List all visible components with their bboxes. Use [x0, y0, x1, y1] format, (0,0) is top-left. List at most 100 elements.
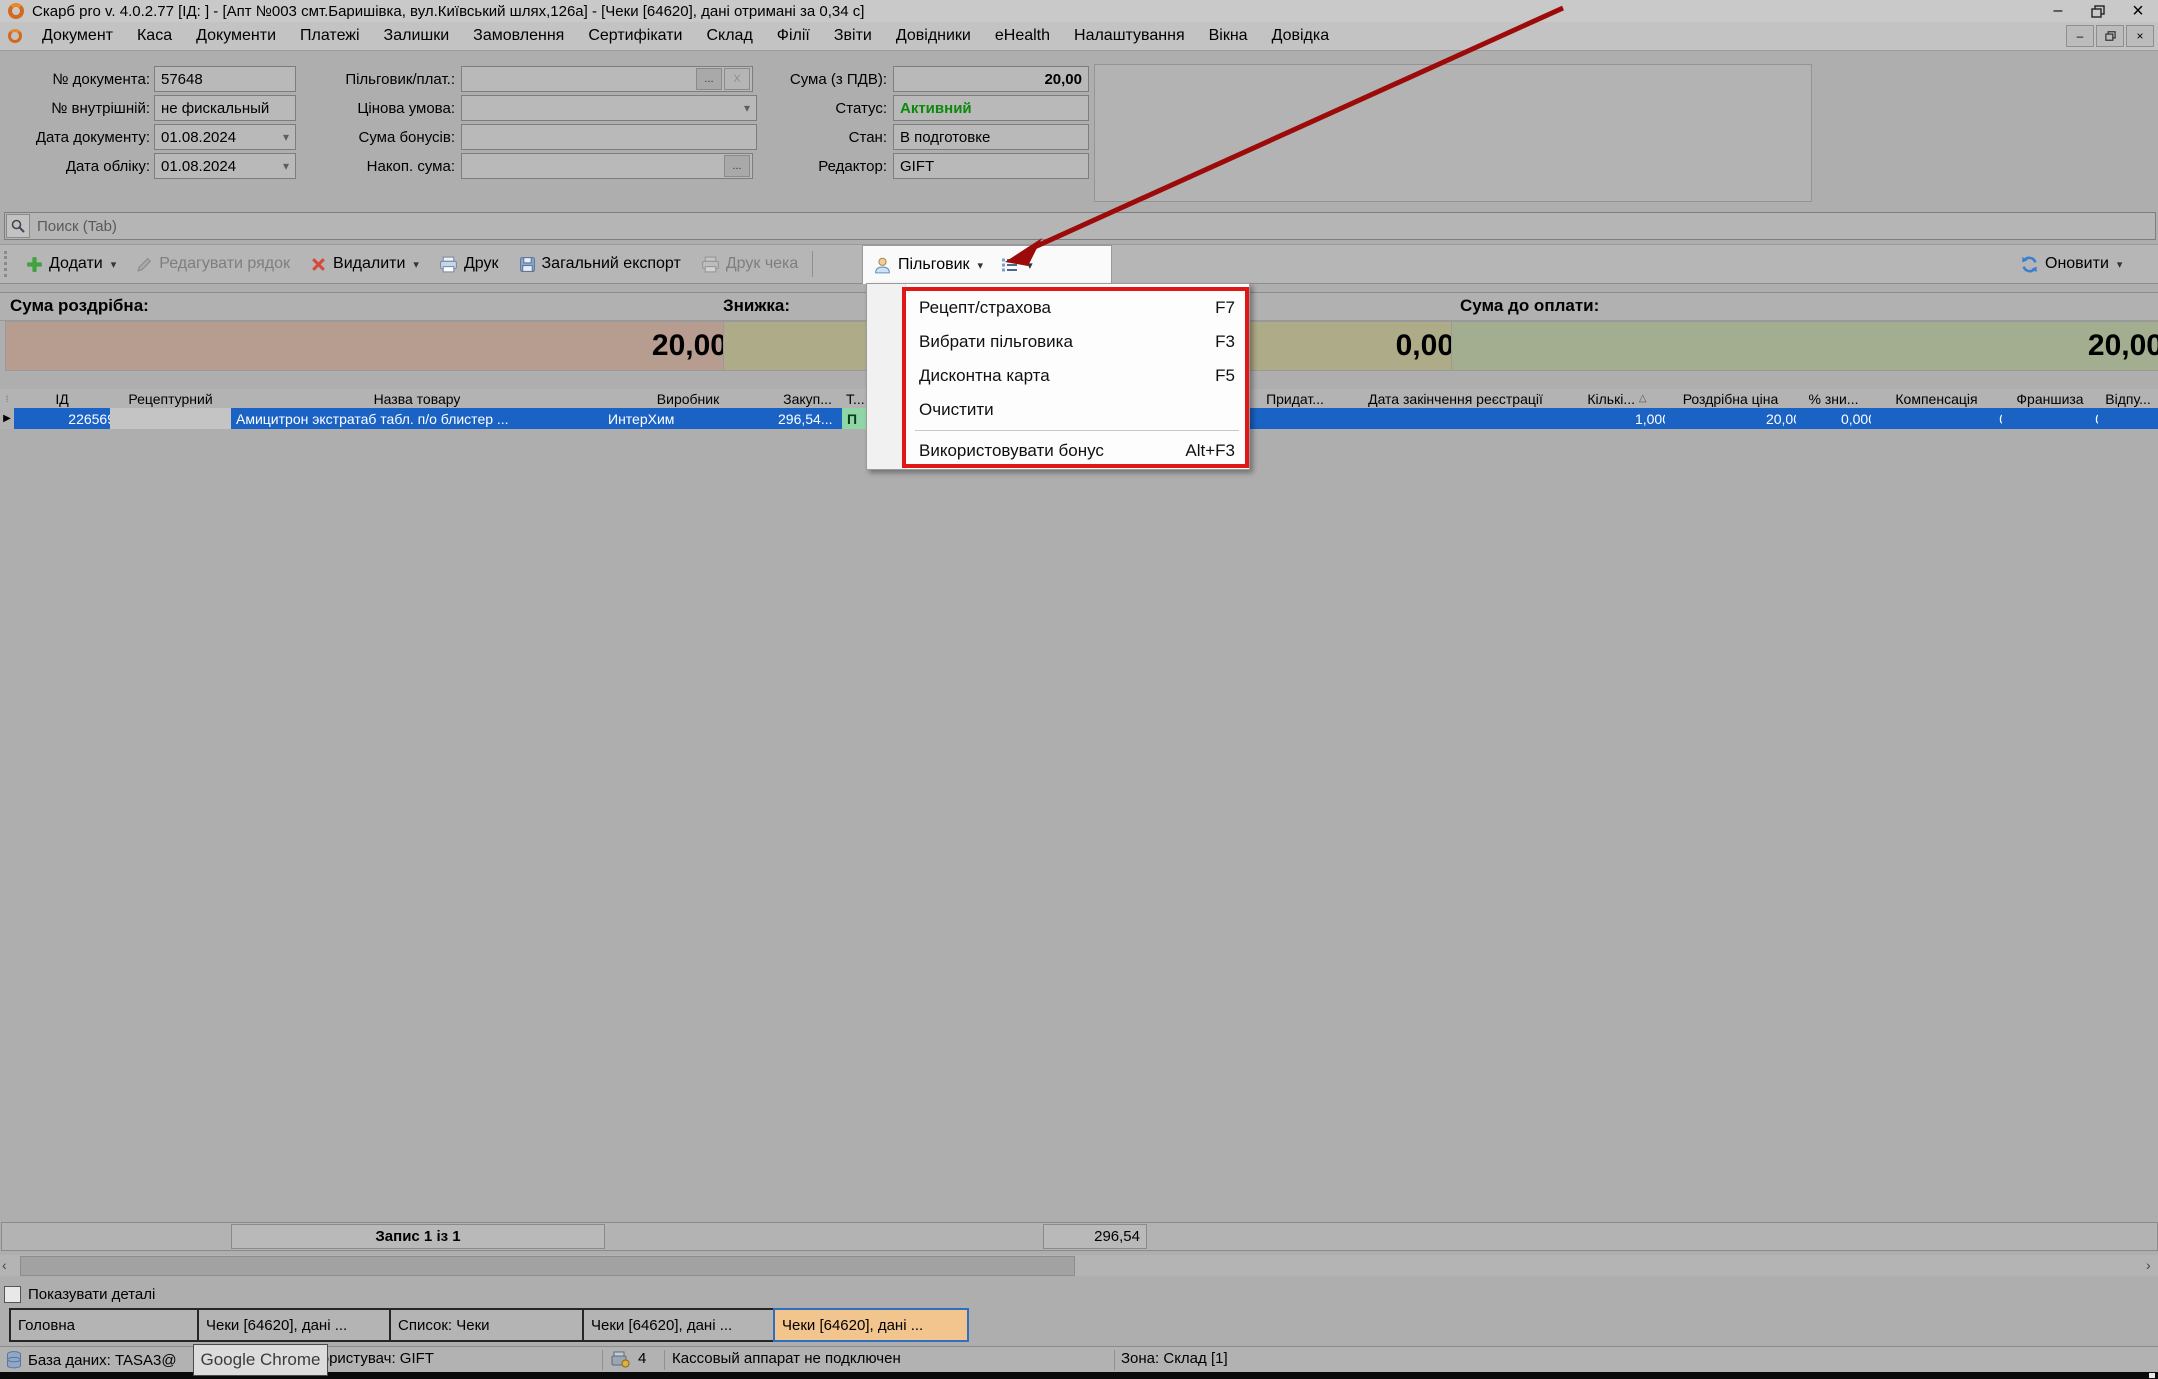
menu-payments[interactable]: Платежі — [288, 27, 372, 45]
menu-stock[interactable]: Залишки — [372, 27, 462, 45]
chevron-down-icon: ▾ — [111, 258, 117, 271]
tab-checks-active[interactable]: Чеки [64620], дані ... — [773, 1308, 969, 1342]
status-separator — [1114, 1350, 1115, 1370]
bonus-sum-field[interactable] — [461, 124, 757, 150]
menu-certificates[interactable]: Сертифікати — [576, 27, 694, 45]
menu-directories[interactable]: Довідники — [884, 27, 983, 45]
menu-document[interactable]: Документ — [30, 27, 125, 45]
cell-product-name[interactable]: Амицитрон экстратаб табл. п/о блистер ..… — [231, 408, 614, 429]
doc-date-field[interactable]: 01.08.2024▾ — [154, 124, 296, 150]
refresh-button[interactable]: Оновити▾ — [2020, 248, 2158, 280]
accum-sum-label: Накоп. сума: — [300, 153, 455, 179]
checkbox-icon[interactable] — [4, 1286, 21, 1303]
col-suitability[interactable]: Придат... — [1248, 389, 1343, 408]
beneficiary-payer-field[interactable]: ... X — [461, 66, 753, 92]
tab-check-list[interactable]: Список: Чеки — [389, 1308, 585, 1342]
scroll-right-arrow[interactable]: › — [2146, 1257, 2151, 1273]
cell-purchase[interactable]: 296,54... — [773, 408, 853, 429]
cell-id[interactable]: 226569 — [14, 408, 121, 429]
scrollbar-thumb[interactable] — [20, 1256, 1075, 1276]
beneficiary-button[interactable]: Пільговик▾ — [863, 249, 993, 281]
col-purchase[interactable]: Закуп... — [773, 389, 843, 408]
col-retail-price[interactable]: Роздрібна ціна — [1665, 389, 1797, 408]
status-separator — [602, 1350, 603, 1370]
col-manufacturer[interactable]: Виробник — [603, 389, 774, 408]
col-prescription[interactable]: Рецептурний — [110, 389, 232, 408]
menu-documents[interactable]: Документи — [184, 27, 288, 45]
price-condition-field[interactable]: ▾ — [461, 95, 757, 121]
list-options-button[interactable]: ▾ — [993, 249, 1041, 281]
col-compensation[interactable]: Компенсація — [1871, 389, 2003, 408]
tab-main[interactable]: Головна — [9, 1308, 202, 1342]
lookup-button[interactable]: ... — [724, 155, 750, 177]
minimize-button[interactable]: – — [2038, 1, 2078, 21]
scroll-left-arrow[interactable]: ‹ — [2, 1257, 7, 1273]
menu-item-clear[interactable]: Очистити — [867, 393, 1249, 427]
add-button[interactable]: Додати▾ — [16, 248, 126, 280]
menu-item-use-bonus[interactable]: Використовувати бонусAlt+F3 — [867, 434, 1249, 468]
menu-warehouse[interactable]: Склад — [694, 27, 764, 45]
internal-number-field[interactable]: не фискальный — [154, 95, 296, 121]
cell-retail-price[interactable]: 20,00 — [1665, 408, 1807, 429]
clear-button[interactable]: X — [724, 68, 750, 90]
menu-orders[interactable]: Замовлення — [461, 27, 576, 45]
menu-item-discount-card[interactable]: Дисконтна картаF5 — [867, 359, 1249, 393]
mdi-restore-button[interactable] — [2096, 25, 2124, 47]
menu-ehealth[interactable]: eHealth — [983, 27, 1062, 45]
toolbar-grip[interactable] — [4, 251, 12, 277]
col-dispense[interactable]: Відпу... — [2098, 389, 2158, 408]
cell-compensation[interactable]: 0 — [1871, 408, 2013, 429]
col-discount-pct[interactable]: % зни... — [1796, 389, 1872, 408]
restore-button[interactable] — [2078, 1, 2118, 21]
cell-manufacturer[interactable]: ИнтерХим — [603, 408, 784, 429]
chrome-taskbar-overlay[interactable]: Google Chrome — [193, 1344, 328, 1376]
menu-kasa[interactable]: Каса — [125, 27, 184, 45]
col-quantity[interactable]: Кількі... △ — [1569, 389, 1666, 408]
delete-button[interactable]: Видалити▾ — [300, 248, 429, 280]
beneficiary-dropdown-menu: Рецепт/страховаF7 Вибрати пільговикаF3 Д… — [866, 283, 1250, 470]
col-product-name[interactable]: Назва товару — [231, 389, 604, 408]
app-icon — [8, 3, 24, 19]
horizontal-scrollbar[interactable]: ‹ › — [0, 1255, 2158, 1276]
close-button[interactable]: × — [2118, 1, 2158, 21]
cell-prescription[interactable] — [110, 408, 242, 429]
footer-sum: 296,54 — [1043, 1224, 1147, 1249]
cell-suitability[interactable] — [1248, 408, 1353, 429]
tab-checks-1[interactable]: Чеки [64620], дані ... — [197, 1308, 392, 1342]
retail-sum-label: Сума роздрібна: — [10, 296, 149, 316]
col-franchise[interactable]: Франшиза — [2002, 389, 2099, 408]
mdi-close-button[interactable]: × — [2126, 25, 2154, 47]
menu-item-recipe-insurance[interactable]: Рецепт/страховаF7 — [867, 291, 1249, 325]
cell-discount-pct[interactable]: 0,000 — [1796, 408, 1882, 429]
search-bar[interactable]: Поиск (Tab) — [4, 212, 2156, 240]
tab-checks-2[interactable]: Чеки [64620], дані ... — [582, 1308, 777, 1342]
refresh-icon — [2020, 255, 2039, 274]
cell-registration-expiry[interactable] — [1342, 408, 1580, 429]
menu-settings[interactable]: Налаштування — [1062, 27, 1197, 45]
menu-help[interactable]: Довідка — [1260, 27, 1342, 45]
state-label: Стан: — [775, 124, 887, 150]
doc-number-field[interactable]: 57648 — [154, 66, 296, 92]
editor-label: Редактор: — [775, 153, 887, 179]
cell-quantity[interactable]: 1,000 — [1569, 408, 1676, 429]
print-button[interactable]: Друк — [429, 248, 509, 280]
cell-franchise[interactable]: 0 — [2002, 408, 2109, 429]
cell-dispense[interactable] — [2098, 408, 2158, 429]
chevron-down-icon[interactable]: ▾ — [283, 159, 289, 173]
chevron-down-icon[interactable]: ▾ — [283, 130, 289, 144]
chevron-down-icon[interactable]: ▾ — [744, 101, 750, 115]
menu-item-select-beneficiary[interactable]: Вибрати пільговикаF3 — [867, 325, 1249, 359]
menu-reports[interactable]: Звіти — [822, 27, 884, 45]
plus-icon — [26, 256, 43, 273]
account-date-field[interactable]: 01.08.2024▾ — [154, 153, 296, 179]
lookup-button[interactable]: ... — [696, 68, 722, 90]
accum-sum-field[interactable]: ... — [461, 153, 753, 179]
menu-windows[interactable]: Вікна — [1197, 27, 1260, 45]
mdi-minimize-button[interactable]: – — [2066, 25, 2094, 47]
show-details-toggle[interactable]: Показувати деталі — [4, 1284, 155, 1304]
menu-branches[interactable]: Філії — [765, 27, 822, 45]
bonus-sum-label: Сума бонусів: — [300, 124, 455, 150]
col-id[interactable]: ІД — [14, 389, 111, 408]
col-registration-expiry[interactable]: Дата закінчення реєстрації — [1342, 389, 1570, 408]
export-button[interactable]: Загальний експорт — [509, 248, 691, 280]
